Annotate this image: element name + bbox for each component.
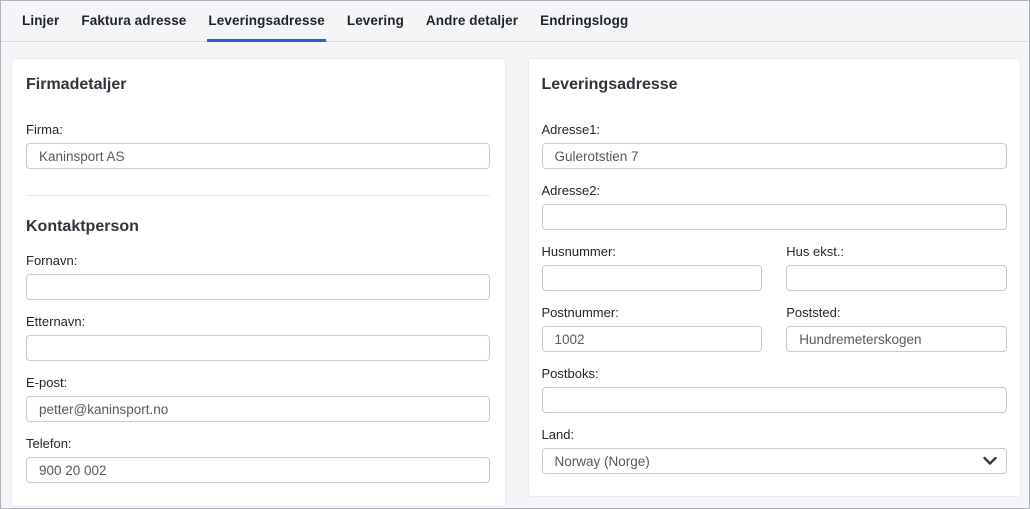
poststed-label: Poststed:	[786, 305, 1007, 320]
fornavn-field-group: Fornavn:	[26, 253, 490, 300]
etternavn-field-group: Etternavn:	[26, 314, 490, 361]
fornavn-input[interactable]	[26, 274, 490, 300]
husnummer-row: Husnummer: Hus ekst.:	[542, 244, 1008, 291]
land-select-wrap: Norway (Norge)	[542, 448, 1008, 474]
postnummer-field-group: Postnummer:	[542, 305, 763, 352]
adresse2-label: Adresse2:	[542, 183, 1008, 198]
firma-field-group: Firma:	[26, 122, 490, 169]
telefon-label: Telefon:	[26, 436, 490, 451]
delivery-address-title: Leveringsadresse	[542, 76, 1008, 94]
delivery-address-panel: Leveringsadresse Adresse1: Adresse2: Hus…	[528, 58, 1022, 497]
company-details-panel: Firmadetaljer Firma: Kontaktperson Forna…	[11, 58, 506, 507]
adresse2-field-group: Adresse2:	[542, 183, 1008, 230]
tab-endringslogg[interactable]: Endringslogg	[539, 1, 629, 42]
postnummer-row: Postnummer: Poststed:	[542, 305, 1008, 352]
adresse2-input[interactable]	[542, 204, 1008, 230]
postboks-label: Postboks:	[542, 366, 1008, 381]
land-label: Land:	[542, 427, 1008, 442]
husnummer-field-group: Husnummer:	[542, 244, 763, 291]
company-section-title: Firmadetaljer	[26, 76, 490, 94]
poststed-field-group: Poststed:	[786, 305, 1007, 352]
husnummer-input[interactable]	[542, 265, 763, 291]
telefon-input[interactable]	[26, 457, 490, 483]
etternavn-label: Etternavn:	[26, 314, 490, 329]
firma-input[interactable]	[26, 143, 490, 169]
etternavn-input[interactable]	[26, 335, 490, 361]
adresse1-input[interactable]	[542, 143, 1008, 169]
tab-andre-detaljer[interactable]: Andre detaljer	[425, 1, 519, 42]
tab-linjer[interactable]: Linjer	[21, 1, 60, 42]
firma-label: Firma:	[26, 122, 490, 137]
postnummer-label: Postnummer:	[542, 305, 763, 320]
hus-ekst-field-group: Hus ekst.:	[786, 244, 1007, 291]
hus-ekst-label: Hus ekst.:	[786, 244, 1007, 259]
content-area: Firmadetaljer Firma: Kontaktperson Forna…	[1, 42, 1029, 507]
section-divider	[26, 195, 490, 196]
order-details-window: Linjer Faktura adresse Leveringsadresse …	[0, 0, 1030, 509]
postboks-input[interactable]	[542, 387, 1008, 413]
land-field-group: Land: Norway (Norge)	[542, 427, 1008, 474]
tab-leveringsadresse[interactable]: Leveringsadresse	[207, 1, 325, 42]
hus-ekst-input[interactable]	[786, 265, 1007, 291]
adresse1-field-group: Adresse1:	[542, 122, 1008, 169]
tab-faktura-adresse[interactable]: Faktura adresse	[80, 1, 187, 42]
epost-field-group: E-post:	[26, 375, 490, 422]
adresse1-label: Adresse1:	[542, 122, 1008, 137]
tab-levering[interactable]: Levering	[346, 1, 405, 42]
tab-bar: Linjer Faktura adresse Leveringsadresse …	[1, 1, 1029, 42]
telefon-field-group: Telefon:	[26, 436, 490, 483]
fornavn-label: Fornavn:	[26, 253, 490, 268]
land-select[interactable]: Norway (Norge)	[542, 448, 1008, 474]
husnummer-label: Husnummer:	[542, 244, 763, 259]
poststed-input[interactable]	[786, 326, 1007, 352]
epost-input[interactable]	[26, 396, 490, 422]
contact-section-title: Kontaktperson	[26, 218, 490, 236]
postboks-field-group: Postboks:	[542, 366, 1008, 413]
postnummer-input[interactable]	[542, 326, 763, 352]
epost-label: E-post:	[26, 375, 490, 390]
